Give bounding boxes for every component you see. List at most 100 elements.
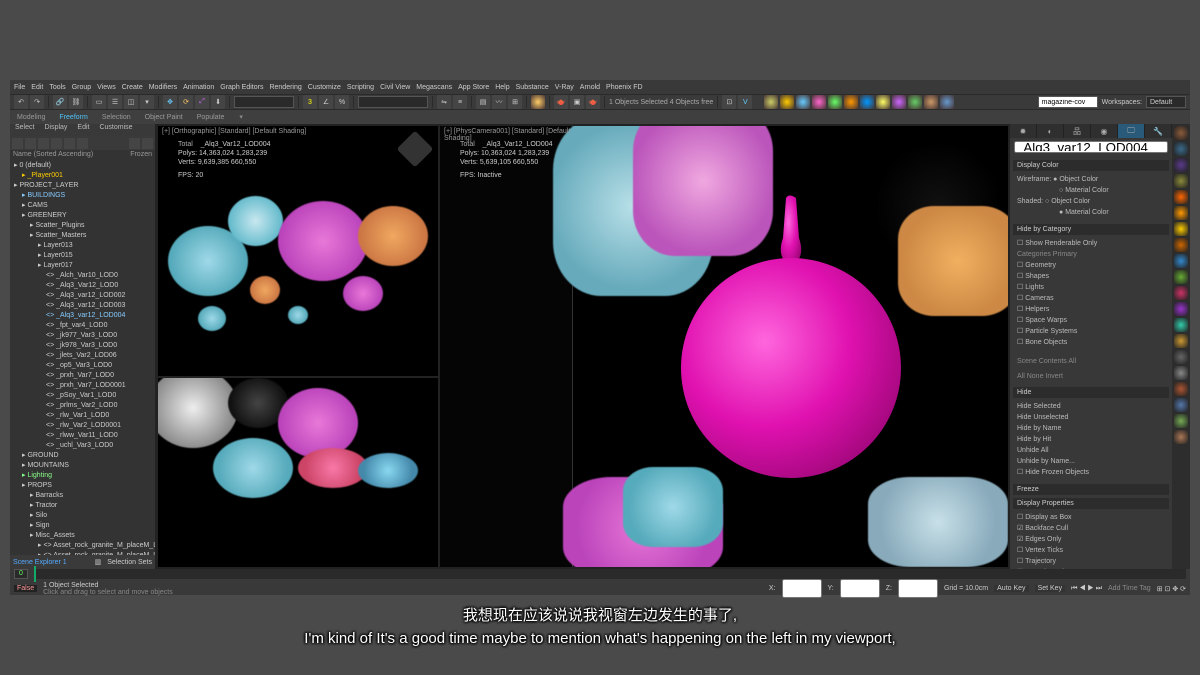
undo-icon[interactable]: ↶ (14, 95, 28, 109)
side-tool-icon[interactable] (1174, 414, 1188, 428)
rotate-icon[interactable]: ⟳ (179, 95, 193, 109)
tree-node[interactable]: ▸ Barracks (10, 491, 155, 501)
tree-node[interactable]: ▸ MOUNTAINS (10, 461, 155, 471)
menu-scripting[interactable]: Scripting (347, 84, 374, 91)
tree-node[interactable]: <> _prxh_Var7_LOD0 (10, 371, 155, 381)
vray-vfb-icon[interactable]: V (738, 95, 752, 109)
menu-tools[interactable]: Tools (49, 84, 65, 91)
se-tab-display[interactable]: Display (39, 124, 72, 136)
layer-icon[interactable]: ▤ (476, 95, 490, 109)
side-tool-icon[interactable] (1174, 222, 1188, 236)
tree-node[interactable]: <> _jlets_Var2_LOD06 (10, 351, 155, 361)
ribbon-tab-modeling[interactable]: Modeling (14, 114, 48, 121)
tree-node[interactable]: ▸ Misc_Assets (10, 531, 155, 541)
tree-node[interactable]: ▸ _Player001 (10, 171, 155, 181)
cmd-tab-motion-icon[interactable]: ◉ (1091, 124, 1118, 138)
side-tool-icon[interactable] (1174, 206, 1188, 220)
tree-node[interactable]: ▸ GREENERY (10, 211, 155, 221)
teapot10-icon[interactable] (908, 95, 922, 109)
set-key-button[interactable]: Set Key (1035, 585, 1066, 592)
menu-file[interactable]: File (14, 84, 25, 91)
unhide-all-button[interactable]: Unhide All (1017, 445, 1165, 456)
side-tool-icon[interactable] (1174, 190, 1188, 204)
tree-node[interactable]: <> _jk977_Var3_LOD0 (10, 331, 155, 341)
tree-node[interactable]: <> _Alch_Var10_LOD0 (10, 271, 155, 281)
select-region-icon[interactable]: ◫ (124, 95, 138, 109)
unhide-by-name-button[interactable]: Unhide by Name... (1017, 456, 1165, 467)
side-tool-icon[interactable] (1174, 366, 1188, 380)
timeline[interactable] (34, 569, 1186, 579)
scene-tree[interactable]: ▸ 0 (default)▸ _Player001▸ PROJECT_LAYER… (10, 159, 155, 555)
side-tool-icon[interactable] (1174, 270, 1188, 284)
rollout-freeze[interactable]: Freeze (1013, 484, 1169, 495)
se-tool-icon[interactable] (38, 138, 49, 149)
selection-sets-label[interactable]: Selection Sets (107, 559, 152, 566)
menu-vray[interactable]: V-Ray (555, 84, 574, 91)
filter-icon[interactable]: ▾ (140, 95, 154, 109)
se-tool-icon[interactable] (77, 138, 88, 149)
menu-customize[interactable]: Customize (308, 84, 341, 91)
nav-controls-icon[interactable]: ⊞ ⊡ ✥ ⟳ (1157, 585, 1186, 593)
cmd-tab-modify-icon[interactable]: ◐ (1037, 124, 1064, 138)
redo-icon[interactable]: ↷ (30, 95, 44, 109)
tree-node[interactable]: ▸ Layer017 (10, 261, 155, 271)
tree-node[interactable]: <> _prxh_Var7_LOD0001 (10, 381, 155, 391)
teapot7-icon[interactable] (860, 95, 874, 109)
menu-megascans[interactable]: Megascans (416, 84, 452, 91)
menu-modifiers[interactable]: Modifiers (149, 84, 177, 91)
play-controls-icon[interactable]: ⏮ ◀ ▶ ⏭ (1071, 585, 1102, 593)
teapot9-icon[interactable] (892, 95, 906, 109)
teapot8-icon[interactable] (876, 95, 890, 109)
viewcube-icon[interactable] (397, 131, 434, 168)
teapot2-icon[interactable] (780, 95, 794, 109)
side-tool-icon[interactable] (1174, 398, 1188, 412)
side-tool-icon[interactable] (1174, 174, 1188, 188)
menu-animation[interactable]: Animation (183, 84, 214, 91)
side-tool-icon[interactable] (1174, 318, 1188, 332)
teapot3-icon[interactable] (796, 95, 810, 109)
render-icon[interactable]: 🫖 (586, 95, 600, 109)
object-name-input[interactable] (1014, 141, 1168, 153)
tree-node[interactable]: ▸ Scatter_Plugins (10, 221, 155, 231)
tree-node[interactable]: <> _pSoy_Var1_LOD0 (10, 391, 155, 401)
menu-edit[interactable]: Edit (31, 84, 43, 91)
tree-node[interactable]: ▸ Sign (10, 521, 155, 531)
material-editor-icon[interactable] (531, 95, 545, 109)
tree-node[interactable]: <> _Alq3_var12_LOD002 (10, 291, 155, 301)
viewport-orthographic[interactable]: [+] [Orthographic] [Standard] [Default S… (158, 126, 438, 376)
tree-node[interactable]: ▸ CAMS (10, 201, 155, 211)
menu-arnold[interactable]: Arnold (580, 84, 600, 91)
workspace-dropdown[interactable] (1146, 96, 1186, 108)
tree-node[interactable]: ▸ Lighting (10, 471, 155, 481)
tree-node[interactable]: <> _jk978_Var3_LOD0 (10, 341, 155, 351)
se-tool-icon[interactable] (12, 138, 23, 149)
rollout-hide[interactable]: Hide (1013, 387, 1169, 398)
teapot1-icon[interactable] (764, 95, 778, 109)
y-input[interactable] (840, 579, 880, 598)
hide-by-name-button[interactable]: Hide by Name (1017, 423, 1165, 434)
x-input[interactable] (782, 579, 822, 598)
tree-node[interactable]: ▸ Layer015 (10, 251, 155, 261)
isolate-icon[interactable]: ⊡ (722, 95, 736, 109)
side-tool-icon[interactable] (1174, 350, 1188, 364)
menu-group[interactable]: Group (72, 84, 91, 91)
scale-icon[interactable]: ⤢ (195, 95, 209, 109)
add-time-tag-button[interactable]: Add Time Tag (1108, 585, 1151, 592)
tree-node[interactable]: ▸ PROPS (10, 481, 155, 491)
cmd-tab-display-icon[interactable]: 🖵 (1118, 124, 1145, 138)
menu-appstore[interactable]: App Store (458, 84, 489, 91)
se-tool-icon[interactable] (25, 138, 36, 149)
tree-node[interactable]: <> _Alq3_var12_LOD003 (10, 301, 155, 311)
side-tool-icon[interactable] (1174, 158, 1188, 172)
snap-toggle-icon[interactable]: 3 (303, 95, 317, 109)
se-tab-edit[interactable]: Edit (72, 124, 94, 136)
menu-substance[interactable]: Substance (516, 84, 549, 91)
tree-node[interactable]: ▸ Silo (10, 511, 155, 521)
hide-by-hit-button[interactable]: Hide by Hit (1017, 434, 1165, 445)
percent-snap-icon[interactable]: % (335, 95, 349, 109)
rollout-display-properties[interactable]: Display Properties (1013, 498, 1169, 509)
render-frame-icon[interactable]: ▣ (570, 95, 584, 109)
se-tool-icon[interactable] (64, 138, 75, 149)
mirror-icon[interactable]: ⇋ (437, 95, 451, 109)
teapot6-icon[interactable] (844, 95, 858, 109)
